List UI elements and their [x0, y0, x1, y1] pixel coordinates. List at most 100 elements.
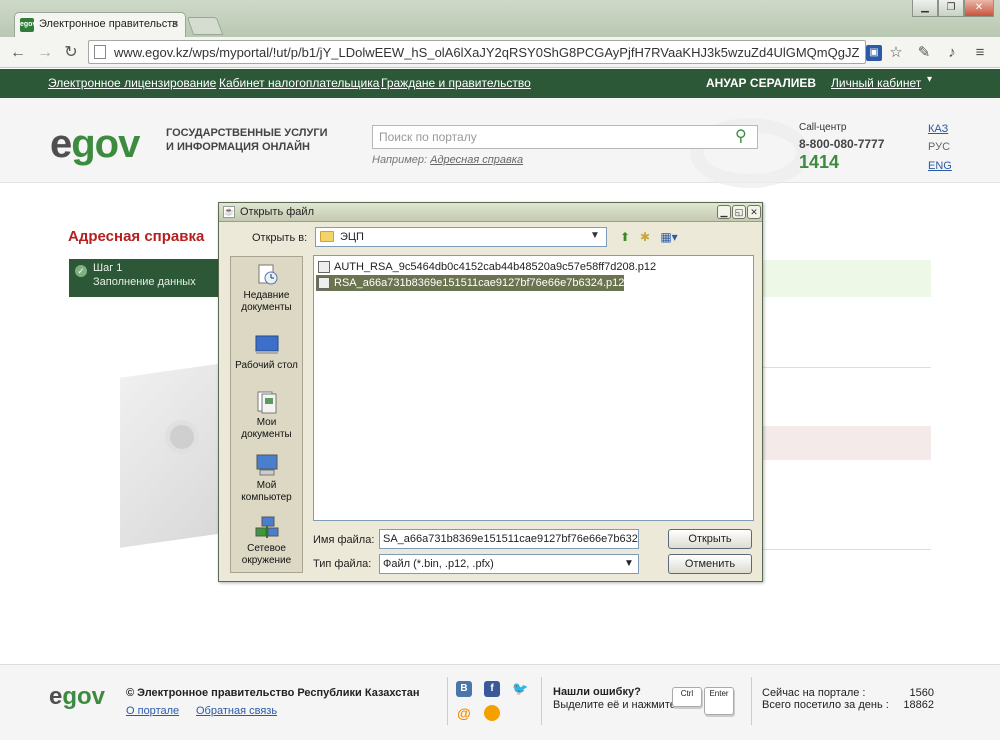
up-folder-icon[interactable]: ⬆ [617, 229, 633, 245]
minimize-window-button[interactable]: ▁ [912, 0, 938, 17]
open-file-dialog: ☕ Открыть файл ▁ ◱ ✕ Открыть в: ЭЦП ▼ ⬆ … [218, 202, 763, 582]
divider [751, 677, 752, 725]
step-label: Заполнение данных [93, 276, 196, 288]
browser-tabstrip: egov Электронное правительств × ▁ ❐ ✕ [0, 0, 1000, 37]
browser-toolbar: ← → ↻ www.egov.kz/wps/myportal/!ut/p/b1/… [0, 37, 1000, 68]
extension-icon[interactable]: ▣ [866, 45, 882, 61]
place-label: документы [241, 429, 292, 440]
look-in-select[interactable]: ЭЦП ▼ [315, 227, 607, 247]
search-example-link[interactable]: Адресная справка [430, 154, 523, 166]
lang-kaz[interactable]: КАЗ [928, 123, 948, 135]
place-desktop[interactable]: Рабочий стол [231, 333, 302, 372]
tools-wrench-icon[interactable]: ✎ [914, 43, 934, 63]
mail-ru-icon[interactable]: @ [456, 705, 472, 721]
look-in-label: Открыть в: [252, 232, 308, 244]
dialog-maximize-button[interactable]: ◱ [732, 205, 746, 219]
chevron-down-icon[interactable]: ▼ [590, 230, 600, 241]
tab-close-icon[interactable]: × [171, 16, 179, 31]
divider [762, 549, 931, 550]
bookmark-star-icon[interactable]: ☆ [886, 43, 906, 63]
new-folder-icon[interactable]: ✱ [637, 229, 653, 245]
desktop-icon [255, 335, 278, 354]
link-citizens-government[interactable]: Граждане и правительство [381, 76, 531, 90]
page-icon [94, 45, 106, 59]
forward-arrow-icon[interactable]: → [35, 43, 55, 63]
reload-icon[interactable]: ↻ [61, 43, 81, 63]
form-row-band [762, 260, 931, 297]
address-bar[interactable]: www.egov.kz/wps/myportal/!ut/p/b1/jY_LDo… [88, 40, 866, 64]
file-type-select[interactable]: Файл (*.bin, .p12, .pfx) ▼ [379, 554, 639, 574]
place-label: компьютер [241, 492, 292, 503]
lang-eng[interactable]: ENG [928, 160, 952, 172]
step-number: Шаг 1 [93, 262, 123, 274]
place-my-documents[interactable]: Мои документы [231, 390, 302, 441]
file-name-field[interactable]: SA_a66a731b8369e151511cae9127bf76e66e7b6… [379, 529, 639, 549]
link-taxpayer-cabinet[interactable]: Кабинет налогоплательщика [219, 76, 379, 90]
device-knob-illustration [165, 420, 199, 454]
file-list[interactable]: AUTH_RSA_9c5464db0c4152cab44b48520a9c57e… [313, 255, 754, 521]
music-extension-icon[interactable]: ♪ [942, 43, 962, 63]
tab-title: Электронное правительств [39, 18, 179, 30]
facebook-icon[interactable]: f [484, 681, 500, 697]
divider [541, 677, 542, 725]
portal-top-bar: Электронное лицензирование Кабинет налог… [0, 69, 1000, 98]
search-example: Например: Адресная справка [372, 154, 523, 166]
logo-e: e [50, 122, 72, 166]
cancel-button[interactable]: Отменить [668, 554, 752, 574]
maximize-window-button[interactable]: ❐ [938, 0, 964, 17]
chevron-down-icon[interactable]: ▾ [927, 74, 932, 85]
vk-icon[interactable]: B [456, 681, 472, 697]
page-title: Адресная справка [68, 228, 205, 245]
search-input[interactable]: Поиск по порталу ⚲ [372, 125, 758, 149]
feedback-link[interactable]: Обратная связь [196, 705, 277, 717]
file-type-label: Тип файла: [313, 558, 372, 570]
place-network[interactable]: Сетевое окружение [231, 516, 302, 567]
chevron-down-icon[interactable]: ▼ [624, 555, 634, 573]
look-in-value: ЭЦП [340, 231, 364, 243]
open-button[interactable]: Открыть [668, 529, 752, 549]
file-name: AUTH_RSA_9c5464db0c4152cab44b48520a9c57e… [334, 261, 657, 273]
about-portal-link[interactable]: О портале [126, 705, 179, 717]
back-arrow-icon[interactable]: ← [8, 43, 28, 63]
settings-wrench-icon[interactable]: ≡ [970, 43, 990, 63]
file-item[interactable]: AUTH_RSA_9c5464db0c4152cab44b48520a9c57e… [316, 259, 656, 275]
call-center-short-number: 1414 [799, 152, 840, 172]
logo-gov: gov [71, 122, 140, 166]
dialog-close-button[interactable]: ✕ [747, 205, 761, 219]
logo-gov: gov [62, 683, 106, 710]
error-report-title: Нашли ошибку? [553, 686, 641, 698]
link-e-licensing[interactable]: Электронное лицензирование [48, 76, 216, 90]
place-my-computer[interactable]: Мой компьютер [231, 453, 302, 504]
place-label: Рабочий стол [235, 360, 298, 371]
chat-icon[interactable] [484, 705, 500, 721]
check-icon: ✓ [75, 265, 87, 277]
portal-tagline: ГОСУДАРСТВЕННЫЕ УСЛУГИ И ИНФОРМАЦИЯ ОНЛА… [166, 126, 366, 154]
tagline-line-1: ГОСУДАРСТВЕННЫЕ УСЛУГИ [166, 127, 328, 139]
place-label: документы [241, 302, 292, 313]
lang-rus[interactable]: РУС [928, 141, 950, 153]
link-personal-cabinet[interactable]: Личный кабинет [831, 76, 921, 90]
close-window-button[interactable]: ✕ [964, 0, 994, 17]
copyright: © Электронное правительство Республики К… [126, 687, 420, 699]
twitter-icon[interactable]: 🐦 [512, 681, 528, 697]
dialog-minimize-button[interactable]: ▁ [717, 205, 731, 219]
place-label: Недавние [243, 290, 290, 301]
browser-tab[interactable]: egov Электронное правительств × [14, 12, 186, 37]
new-tab-button[interactable] [186, 17, 224, 35]
egov-logo[interactable]: egov [50, 122, 140, 167]
file-type-value: Файл (*.bin, .p12, .pfx) [383, 558, 494, 570]
dialog-titlebar[interactable]: ☕ Открыть файл ▁ ◱ ✕ [219, 203, 762, 222]
error-report-text: Выделите её и нажмите [553, 699, 676, 711]
footer-egov-logo[interactable]: egov [49, 683, 105, 711]
my-computer-icon [256, 454, 277, 476]
file-item-selected[interactable]: RSA_a66a731b8369e151511cae9127bf76e66e7b… [316, 275, 625, 291]
file-name-label: Имя файла: [313, 534, 375, 546]
places-bar: Недавние документы Рабочий стол Мои доку… [230, 256, 303, 573]
place-recent-documents[interactable]: Недавние документы [231, 263, 302, 314]
divider [762, 367, 931, 368]
search-icon[interactable]: ⚲ [735, 126, 747, 146]
egov-favicon-icon: egov [20, 18, 36, 32]
place-label: Мои [256, 417, 277, 428]
view-menu-icon[interactable]: ▦▾ [657, 229, 681, 245]
recent-documents-icon [258, 264, 277, 285]
